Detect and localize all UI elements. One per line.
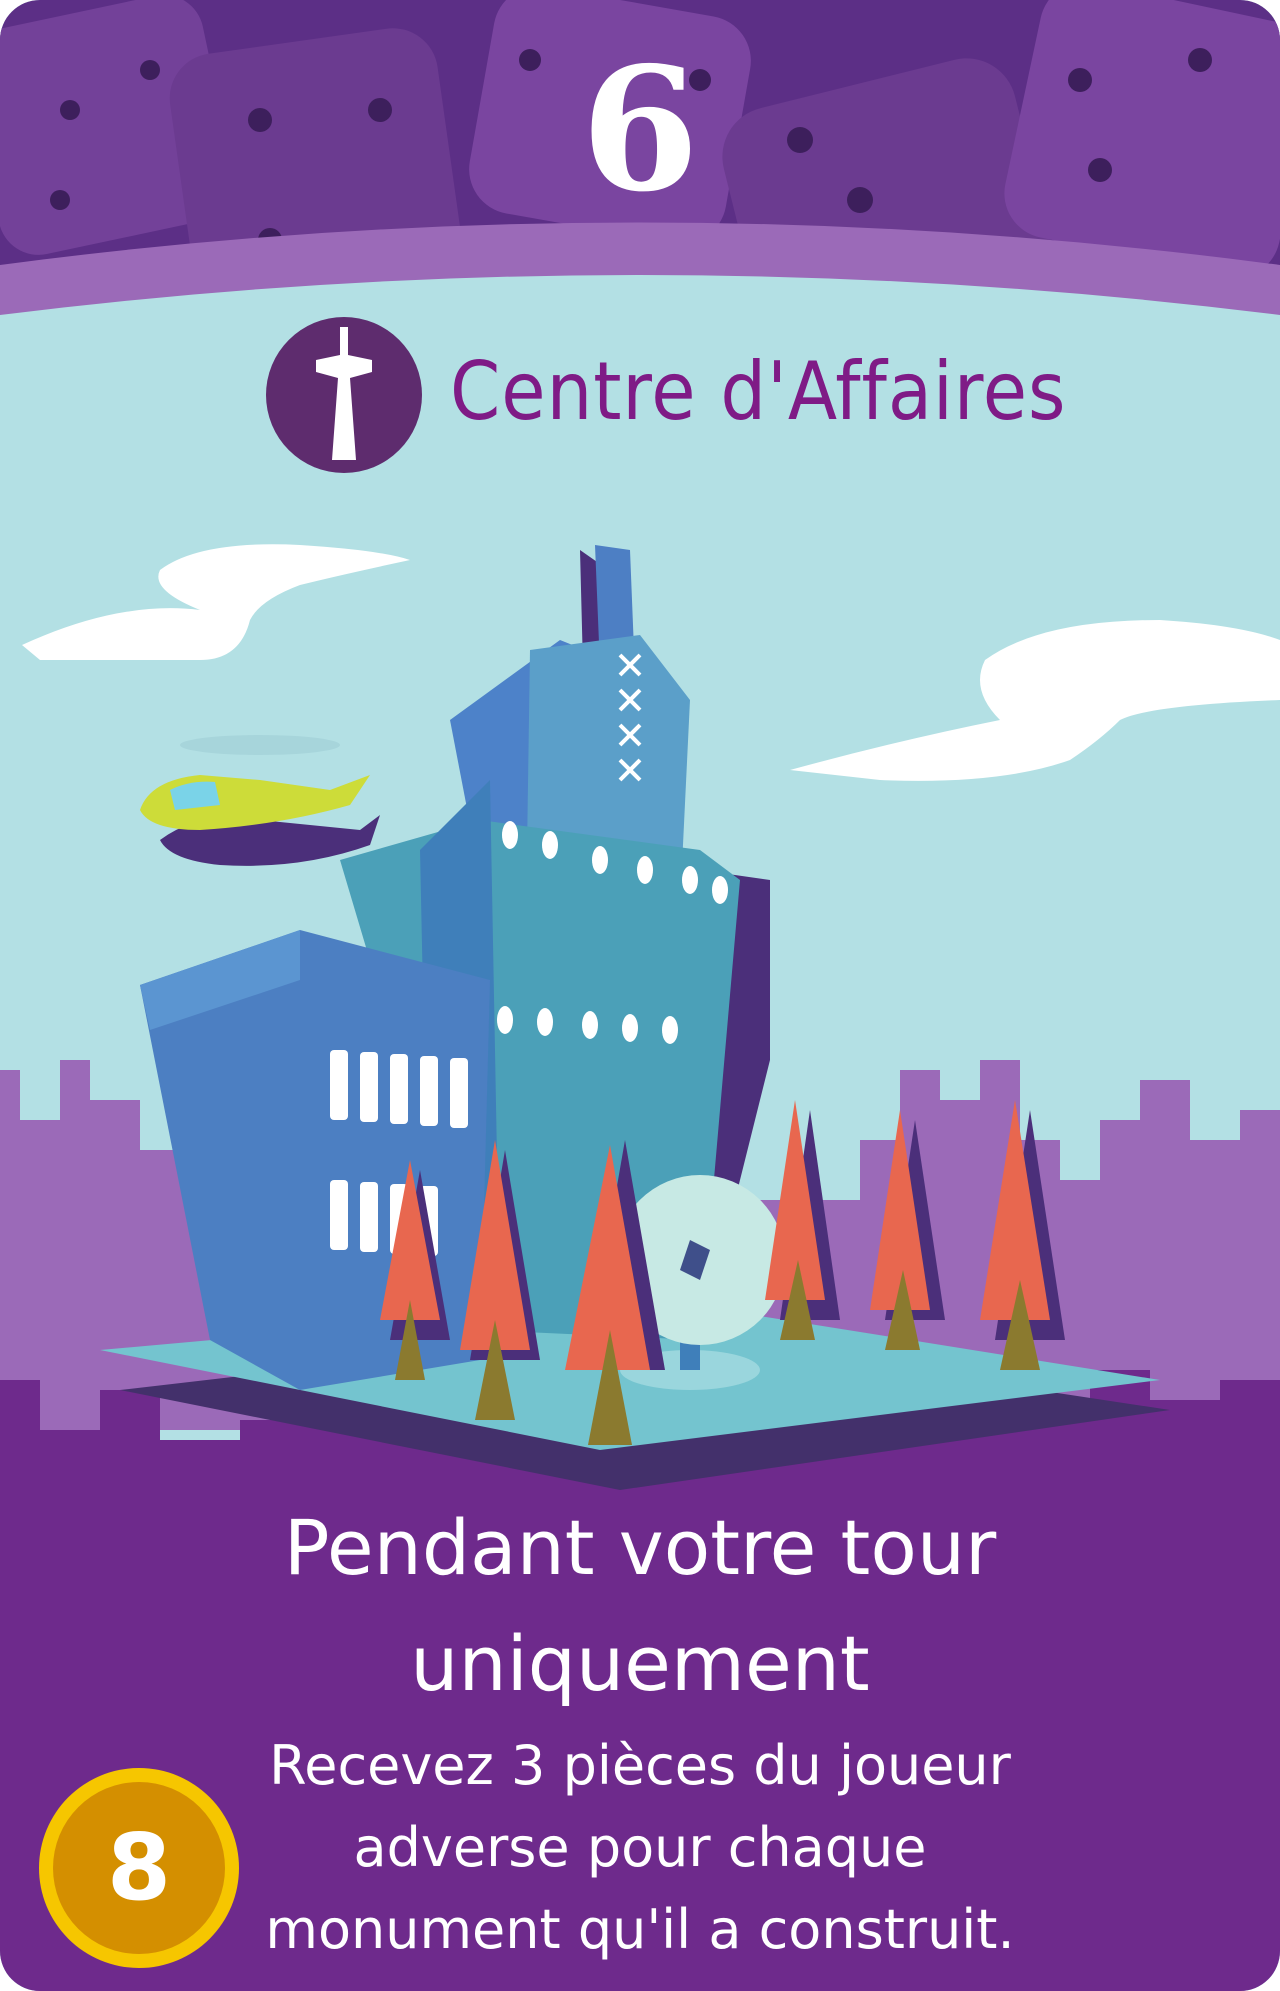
rule-text: Recevez 3 pièces du joueur adverse pour … xyxy=(265,1734,1015,1961)
activation-number: 6 xyxy=(580,30,700,230)
tower-icon xyxy=(266,317,422,473)
card-title: Centre d'Affaires xyxy=(450,345,1067,438)
rule-title: Pendant votre tour uniquement xyxy=(283,1503,997,1708)
cost-value: 8 xyxy=(106,1814,171,1921)
establishment-card: 6 Centre d'Affaires Pendant votre tour u… xyxy=(0,0,1280,1991)
